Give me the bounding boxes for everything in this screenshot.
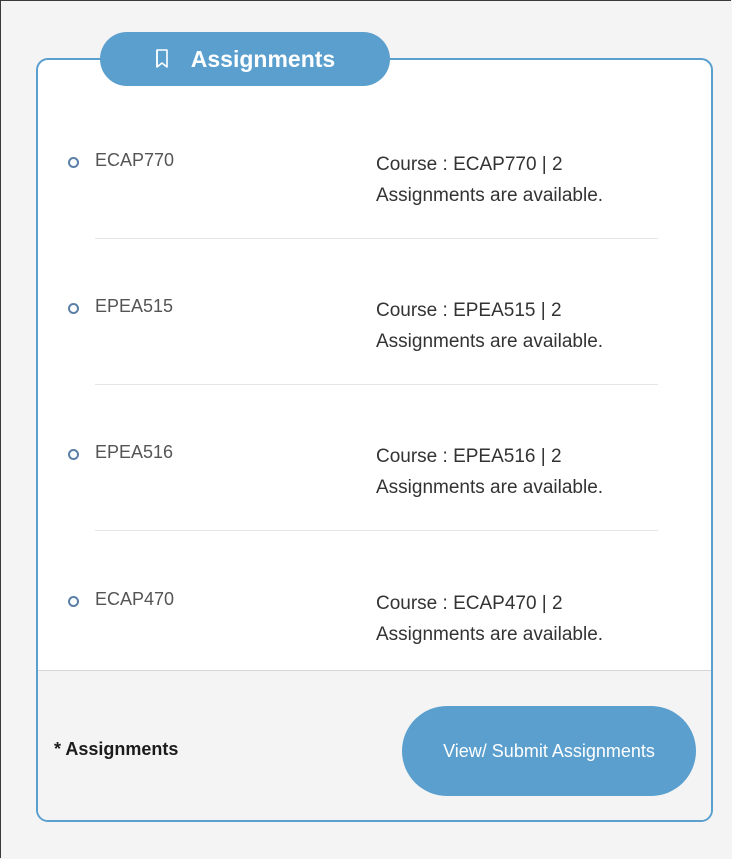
divider	[95, 384, 658, 385]
card-footer: * Assignments View/ Submit Assignments	[38, 670, 711, 820]
course-code: ECAP770	[95, 150, 175, 170]
list-item[interactable]: EPEA515 Course : EPEA515 | 2 Assignments…	[38, 243, 711, 389]
bullet-icon	[68, 596, 79, 607]
bullet-icon	[68, 303, 79, 314]
course-description: Course : ECAP770 | 2 Assignments are ava…	[376, 154, 604, 206]
course-code: ECAP470	[95, 589, 175, 609]
list-item[interactable]: ECAP470 Course : ECAP470 | 2 Assignments…	[38, 536, 711, 682]
course-description: Course : ECAP470 | 2 Assignments are ava…	[376, 593, 604, 645]
footer-label: * Assignments	[54, 739, 179, 759]
course-description: Course : EPEA515 | 2 Assignments are ava…	[376, 300, 604, 352]
list-item[interactable]: EPEA516 Course : EPEA516 | 2 Assignments…	[38, 389, 711, 535]
assignments-card: ECAP770 Course : ECAP770 | 2 Assignments…	[36, 58, 713, 822]
bullet-icon	[68, 157, 79, 168]
bookmark-icon	[155, 49, 169, 69]
bullet-icon	[68, 449, 79, 460]
course-code: EPEA515	[95, 296, 174, 316]
divider	[95, 238, 658, 239]
course-description: Course : EPEA516 | 2 Assignments are ava…	[376, 446, 604, 498]
view-submit-assignments-button[interactable]: View/ Submit Assignments	[402, 706, 696, 796]
list-item[interactable]: ECAP770 Course : ECAP770 | 2 Assignments…	[38, 97, 711, 243]
divider	[95, 530, 658, 531]
assignment-list: ECAP770 Course : ECAP770 | 2 Assignments…	[38, 60, 711, 670]
card-header: Assignments	[100, 32, 390, 86]
card-title: Assignments	[190, 45, 336, 72]
course-code: EPEA516	[95, 442, 174, 462]
